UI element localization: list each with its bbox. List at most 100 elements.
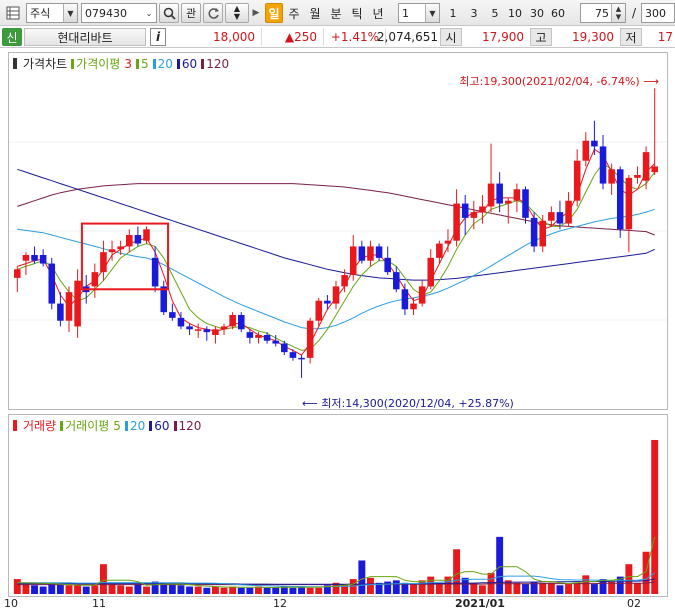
candle-body [65,292,73,321]
period-tick-button[interactable]: 틱 [349,3,365,23]
volume-bar [289,587,297,594]
candle-body [91,272,99,287]
display-count-stepper[interactable]: 75 ▲ ▼ [580,3,626,23]
volume-bar [263,587,271,594]
interval-3-button[interactable]: 3 [467,3,481,23]
volume-bar [194,586,202,594]
volume-bar [143,586,150,594]
volume-bar [651,439,659,594]
candle-body [341,275,348,287]
expand-arrow-icon[interactable]: ▶ [251,3,261,23]
period-week-label: 주 [288,6,300,21]
price-chart-panel[interactable]: 가격차트 가격이평 3 5 20 60 120 최고:19,300(2021/0… [8,52,668,410]
stock-code-input[interactable]: 079430 ⌄ [81,3,157,23]
stepper-arrows-icon: ▲ ▼ [611,4,625,22]
interval-5-button[interactable]: 5 [488,3,502,23]
candle-body [367,246,374,261]
price-ma-3: 3 [124,56,132,71]
interval-30-button[interactable]: 30 [528,3,546,23]
price-ma-120: 120 [206,56,230,71]
candle-body [548,212,555,221]
info-icon: i [155,30,161,44]
open-label: 시 [440,28,462,46]
candle-body [220,326,228,330]
candle-body [57,303,64,321]
refresh-button[interactable] [203,3,223,23]
volume-bar [522,584,529,594]
period-week-button[interactable]: 주 [286,3,302,23]
market-list-button[interactable] [2,3,24,23]
interval-3-label: 3 [470,6,478,20]
volume-bar [315,587,323,594]
candle-body [31,255,38,261]
legend-ma-swatch [201,58,205,69]
candle-body [306,320,314,358]
volume-bar [246,587,254,594]
volume-chart-panel[interactable]: 거래량 거래이평 5 20 60 120 [8,414,668,597]
candle-body [582,140,590,161]
volume-bar [547,582,555,594]
search-button[interactable] [159,3,179,23]
interval-1-button[interactable]: 1 [446,3,460,23]
candle-body [349,246,357,275]
total-count-value: 300 [645,6,666,20]
candle-body [461,203,469,218]
candle-body [651,166,658,173]
volume-bar [211,586,219,594]
volume-bar [13,579,21,594]
price-change-text: ▲250 [284,30,317,44]
prev-next-stock-stepper[interactable]: ▲ ▼ [225,3,249,23]
volume-bar [573,582,581,594]
volume-bar [82,586,90,594]
volume-bar [539,582,547,594]
legend-ma-swatch [60,420,64,431]
volume-bar [74,585,82,594]
chevron-down-icon: ▼ [63,4,77,22]
period-month-button[interactable]: 월 [307,3,323,23]
candle-body [436,243,443,258]
candle-body [530,217,538,247]
total-count-input[interactable]: 300 [641,3,675,23]
volume-bar [65,585,73,594]
refresh-icon [208,7,219,19]
interval-10-button[interactable]: 10 [506,3,524,23]
market-select[interactable]: 주식 ▼ [26,3,78,23]
candle-body [358,246,366,261]
legend-ma-swatch [149,420,153,431]
watchlist-button[interactable]: 관 [181,3,201,23]
high-annotation: 최고:19,300(2021/02/04, -6.74%) ⟶ [459,73,659,89]
market-select-value: 주식 [30,7,51,20]
candle-body [393,272,400,290]
legend-marker-icon [13,420,17,431]
candle-body [108,249,116,253]
period-year-button[interactable]: 년 [370,3,386,23]
candle-body [237,315,245,330]
high-annotation-text: 최고:19,300(2021/02/04, -6.74%) [459,75,640,88]
period-day-button[interactable]: 일 [265,3,283,23]
period-minute-button[interactable]: 분 [328,3,344,23]
x-tick-label: 12 [273,597,287,610]
open-price: 17,900 [462,28,530,46]
legend-ma-swatch [135,58,139,69]
candle-body [272,340,279,344]
list-grid-icon [6,6,20,20]
volume-bar [237,587,245,594]
volume-bar [453,549,461,594]
stock-code-value: 079430 [85,6,127,20]
interval-60-button[interactable]: 60 [549,3,567,23]
volume-bar [410,584,417,594]
info-button[interactable]: i [150,28,166,46]
candle-body [427,257,435,287]
candle-body [522,189,529,218]
candle-body [255,335,262,338]
price-chart-canvas [9,88,667,378]
candle-body [212,329,219,335]
price-ma-5: 5 [140,56,149,71]
candle-body [599,146,607,184]
interval-select[interactable]: 1 ▼ [398,3,440,23]
date-axis: 10 11 12 2021/01 02 [0,597,675,611]
candle-body [263,335,271,341]
low-label-text: 저 [625,30,637,45]
volume-bar [367,577,374,594]
candle-body [298,357,305,360]
